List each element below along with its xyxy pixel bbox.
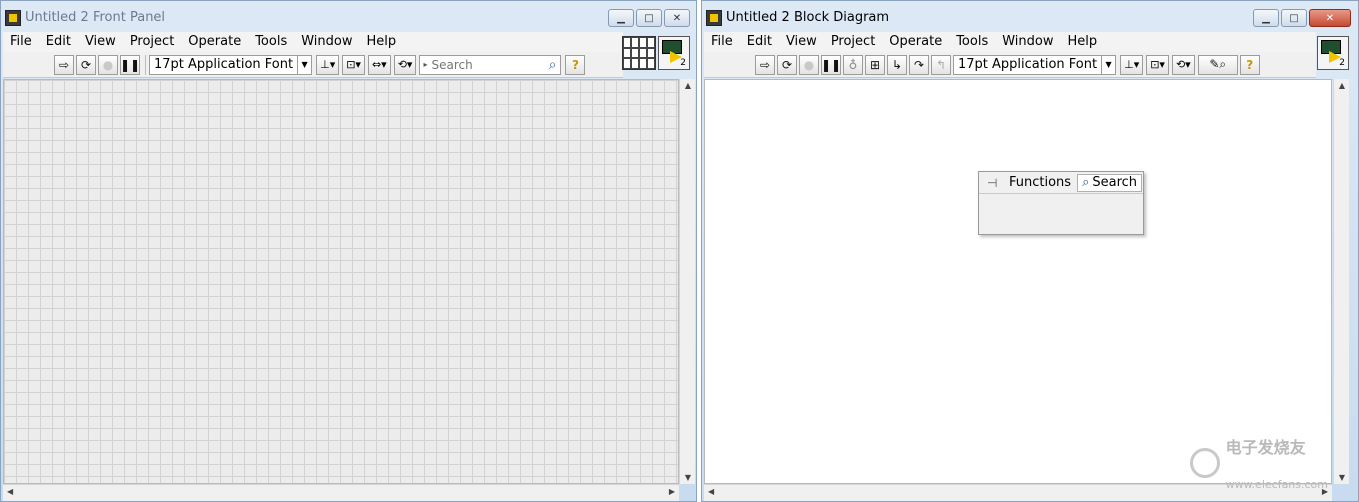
scroll-down-icon[interactable]: ▼ xyxy=(1334,473,1350,482)
labview-app-icon xyxy=(5,10,21,26)
scroll-left-icon[interactable]: ◀ xyxy=(7,487,13,496)
menu-help[interactable]: Help xyxy=(1060,32,1104,52)
clean-up-diagram-icon[interactable]: ✎⌕ xyxy=(1197,54,1238,75)
abort-icon[interactable]: ● xyxy=(799,54,819,75)
close-button[interactable]: ✕ xyxy=(1309,9,1351,27)
font-selector[interactable]: 17pt Application Font ▼ xyxy=(953,54,1117,75)
front-panel-caption-buttons: ▁ □ ✕ xyxy=(608,9,690,27)
abort-icon[interactable]: ● xyxy=(98,54,118,75)
block-diagram-vertical-scrollbar[interactable]: ▲ ▼ xyxy=(1333,79,1349,484)
maximize-button[interactable]: □ xyxy=(636,9,662,27)
front-panel-title: Untitled 2 Front Panel xyxy=(25,10,166,25)
vi-icon[interactable]: 2 xyxy=(658,36,690,70)
retain-wire-values-icon[interactable]: ⊞ xyxy=(865,54,885,75)
distribute-objects-button[interactable]: ⊡▾ xyxy=(342,54,365,75)
block-diagram-window: Untitled 2 Block Diagram ▁ □ ✕ File Edit… xyxy=(701,0,1359,502)
menu-operate[interactable]: Operate xyxy=(181,32,248,52)
toolbar-separator xyxy=(145,54,146,75)
font-selector-label: 17pt Application Font xyxy=(958,57,1098,72)
functions-palette-label: Functions xyxy=(1009,175,1072,190)
front-panel-canvas[interactable] xyxy=(3,79,679,484)
block-diagram-toolbar: ⇨ ⟳ ● ❚❚ ♁ ⊞ ↳ ↷ ↰ 17pt Application Font… xyxy=(704,52,1316,78)
front-panel-toolbar: ⇨ ⟳ ● ❚❚ 17pt Application Font ▼ ⊥▾ ⊡▾ ⇔… xyxy=(3,52,623,78)
run-arrow-icon[interactable]: ⇨ xyxy=(755,54,775,75)
front-panel-titlebar[interactable]: Untitled 2 Front Panel ▁ □ ✕ xyxy=(1,1,696,32)
watermark-brand: 电子发烧友 xyxy=(1225,438,1306,457)
scroll-up-icon[interactable]: ▲ xyxy=(680,81,696,90)
scroll-right-icon[interactable]: ▶ xyxy=(669,487,675,496)
menu-project[interactable]: Project xyxy=(824,32,882,52)
magnifier-icon[interactable]: ⌕ xyxy=(549,57,557,73)
run-continuously-icon[interactable]: ⟳ xyxy=(76,54,96,75)
menu-help[interactable]: Help xyxy=(359,32,403,52)
front-panel-horizontal-scrollbar[interactable]: ◀ ▶ xyxy=(3,484,679,501)
block-diagram-menubar: File Edit View Project Operate Tools Win… xyxy=(704,32,1316,52)
reorder-button[interactable]: ⟲▾ xyxy=(1171,54,1195,75)
run-continuously-icon[interactable]: ⟳ xyxy=(777,54,797,75)
align-objects-button[interactable]: ⊥▾ xyxy=(1120,54,1144,75)
menu-view[interactable]: View xyxy=(78,32,123,52)
menu-project[interactable]: Project xyxy=(123,32,181,52)
palette-search-button[interactable]: ⌕ Search xyxy=(1077,173,1143,192)
reorder-button[interactable]: ⟲▾ xyxy=(393,54,417,75)
functions-palette[interactable]: ⊣ Functions ⌕ Search xyxy=(978,171,1144,235)
scroll-left-icon[interactable]: ◀ xyxy=(708,487,714,496)
watermark-url: www.elecfans.com xyxy=(1225,478,1328,491)
block-diagram-canvas[interactable] xyxy=(704,79,1332,484)
menu-file[interactable]: File xyxy=(704,32,740,52)
block-diagram-title: Untitled 2 Block Diagram xyxy=(726,10,890,25)
menu-window[interactable]: Window xyxy=(294,32,359,52)
help-icon[interactable]: ? xyxy=(565,54,586,75)
menu-window[interactable]: Window xyxy=(995,32,1060,52)
front-panel-window: Untitled 2 Front Panel ▁ □ ✕ File Edit V… xyxy=(0,0,697,502)
step-out-icon[interactable]: ↰ xyxy=(931,54,951,75)
functions-palette-header: ⊣ Functions ⌕ Search xyxy=(979,172,1143,194)
watermark-logo-icon xyxy=(1189,447,1220,478)
menu-view[interactable]: View xyxy=(779,32,824,52)
chevron-down-icon: ▼ xyxy=(1101,55,1115,74)
menu-operate[interactable]: Operate xyxy=(882,32,949,52)
vi-icon[interactable]: 2 xyxy=(1317,36,1349,70)
menu-edit[interactable]: Edit xyxy=(740,32,779,52)
labview-app-icon xyxy=(706,10,722,26)
watermark: 电子发烧友 www.elecfans.com xyxy=(1189,434,1328,491)
toolbar-search[interactable]: ▸ ⌕ xyxy=(419,54,562,75)
chevron-down-icon: ▼ xyxy=(297,55,311,74)
font-selector-label: 17pt Application Font xyxy=(154,57,294,72)
align-objects-button[interactable]: ⊥▾ xyxy=(316,54,340,75)
magnifier-icon: ⌕ xyxy=(1082,175,1090,190)
search-input[interactable] xyxy=(431,57,532,72)
menu-tools[interactable]: Tools xyxy=(949,32,995,52)
scroll-down-icon[interactable]: ▼ xyxy=(680,473,696,482)
scroll-up-icon[interactable]: ▲ xyxy=(1334,81,1350,90)
front-panel-vertical-scrollbar[interactable]: ▲ ▼ xyxy=(679,79,695,484)
step-into-icon[interactable]: ↳ xyxy=(887,54,907,75)
minimize-button[interactable]: ▁ xyxy=(608,9,634,27)
distribute-objects-button[interactable]: ⊡▾ xyxy=(1146,54,1169,75)
pause-icon[interactable]: ❚❚ xyxy=(821,54,841,75)
resize-objects-button[interactable]: ⇔▾ xyxy=(367,54,391,75)
menu-tools[interactable]: Tools xyxy=(248,32,294,52)
vi-icon-number: 2 xyxy=(680,58,686,68)
maximize-button[interactable]: □ xyxy=(1281,9,1307,27)
block-diagram-caption-buttons: ▁ □ ✕ xyxy=(1253,9,1351,27)
pin-icon[interactable]: ⊣ xyxy=(987,176,1003,190)
font-selector[interactable]: 17pt Application Font ▼ xyxy=(149,54,313,75)
close-button[interactable]: ✕ xyxy=(664,9,690,27)
pause-icon[interactable]: ❚❚ xyxy=(120,54,140,75)
menu-edit[interactable]: Edit xyxy=(39,32,78,52)
minimize-button[interactable]: ▁ xyxy=(1253,9,1279,27)
connector-pane[interactable] xyxy=(622,36,656,70)
search-expand-icon: ▸ xyxy=(423,60,428,69)
menu-file[interactable]: File xyxy=(3,32,39,52)
help-icon[interactable]: ? xyxy=(1239,54,1260,75)
highlight-execution-icon[interactable]: ♁ xyxy=(843,54,863,75)
block-diagram-titlebar[interactable]: Untitled 2 Block Diagram ▁ □ ✕ xyxy=(702,1,1358,32)
step-over-icon[interactable]: ↷ xyxy=(909,54,929,75)
palette-search-label: Search xyxy=(1092,175,1138,190)
run-arrow-icon[interactable]: ⇨ xyxy=(54,54,74,75)
front-panel-menubar: File Edit View Project Operate Tools Win… xyxy=(3,32,623,52)
vi-icon-number: 2 xyxy=(1339,58,1345,68)
